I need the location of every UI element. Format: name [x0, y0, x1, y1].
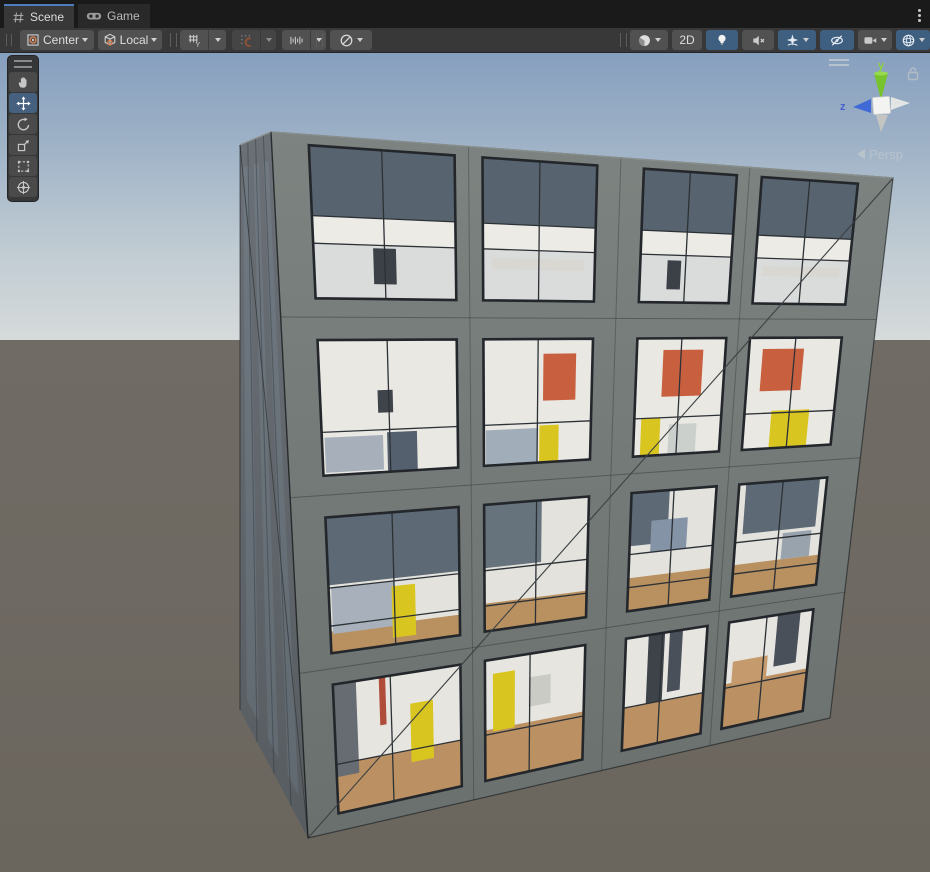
scene-viewport[interactable]: y z Persp: [0, 53, 930, 872]
tool-rect-button[interactable]: [9, 156, 37, 176]
tool-transform-button[interactable]: [9, 177, 37, 197]
unity-editor-window: Scene Game Center: [0, 0, 930, 872]
projection-label: Persp: [869, 147, 903, 162]
svg-text:Y: Y: [195, 42, 200, 48]
effects-dropdown-button[interactable]: [778, 30, 816, 50]
lock-icon[interactable]: [909, 68, 918, 80]
light-bulb-icon: [715, 33, 729, 47]
chevron-down-icon: [151, 38, 157, 42]
tool-rotate-button[interactable]: [9, 114, 37, 134]
ruler-icon: [289, 34, 304, 47]
speaker-muted-icon: [751, 33, 766, 48]
tab-game[interactable]: Game: [78, 4, 150, 28]
chevron-down-icon: [881, 38, 887, 42]
move-arrows-icon: [16, 96, 31, 111]
tools-overlay-panel: [7, 55, 39, 202]
pivot-mode-label: Center: [43, 33, 79, 47]
snap-increment-dropdown[interactable]: [260, 30, 276, 50]
tool-move-button[interactable]: [9, 93, 37, 113]
audio-toggle-button[interactable]: [742, 30, 774, 50]
orientation-gizmo[interactable]: y z Persp: [820, 53, 930, 168]
local-cube-icon: [103, 33, 117, 47]
tab-bar-menu-icon[interactable]: [912, 6, 926, 24]
tool-scale-button[interactable]: [9, 135, 37, 155]
chevron-down-icon: [357, 38, 363, 42]
camera-settings-dropdown[interactable]: [858, 30, 892, 50]
tab-scene-label: Scene: [30, 10, 64, 24]
tab-game-label: Game: [107, 9, 140, 23]
grid-visibility-dropdown[interactable]: [208, 30, 226, 50]
transform-combined-icon: [16, 180, 31, 195]
grid-size-button[interactable]: [282, 30, 310, 50]
lighting-toggle-button[interactable]: [706, 30, 738, 50]
chevron-down-icon: [803, 38, 809, 42]
2d-toggle-button[interactable]: 2D: [672, 30, 702, 50]
tab-bar: Scene Game: [0, 0, 930, 28]
shaded-sphere-icon: [637, 33, 652, 48]
gizmo-x-axis-cone[interactable]: [891, 97, 910, 110]
gamepad-icon: [86, 10, 102, 22]
toolbar-separator: [620, 33, 627, 47]
gizmo-y-axis-cone-cap: [874, 72, 888, 76]
scene-toolbar: Center Local Y: [0, 28, 930, 53]
building-mesh-canvas[interactable]: [0, 53, 930, 872]
gizmos-dropdown-button[interactable]: [896, 30, 930, 50]
overlay-drag-handle-icon[interactable]: [14, 60, 32, 68]
chevron-down-icon: [919, 38, 925, 42]
chevron-down-icon: [266, 38, 272, 42]
gizmo-z-axis-cone[interactable]: [853, 99, 871, 113]
toolbar-separator: [170, 33, 177, 47]
pivot-mode-dropdown[interactable]: Center: [20, 30, 94, 50]
grid-axis-icon: Y: [187, 33, 202, 48]
effects-sparkle-icon: [785, 33, 800, 48]
gizmos-globe-icon: [901, 33, 916, 48]
snap-magnet-icon: [239, 33, 254, 48]
tool-pan-button[interactable]: [9, 72, 37, 92]
scale-icon: [16, 138, 31, 153]
tab-scene[interactable]: Scene: [4, 4, 74, 28]
scene-visibility-toggle[interactable]: [820, 30, 854, 50]
orientation-label: Local: [120, 33, 149, 47]
chevron-down-icon: [215, 38, 221, 42]
eye-slash-icon: [829, 33, 845, 48]
orientation-dropdown[interactable]: Local: [98, 30, 162, 50]
custom-tools-dropdown[interactable]: [330, 30, 372, 50]
chevron-down-icon: [655, 38, 661, 42]
projection-toggle[interactable]: Persp: [857, 147, 903, 162]
gizmo-y-axis-cone[interactable]: [874, 73, 888, 100]
hand-pan-icon: [16, 75, 31, 90]
gizmo-neg-y-axis-cone[interactable]: [876, 115, 888, 132]
circle-slash-icon: [339, 33, 354, 48]
rotate-icon: [16, 117, 31, 132]
toolbar-drag-handle[interactable]: [6, 34, 12, 46]
gizmo-z-axis-label[interactable]: z: [840, 101, 846, 113]
gizmo-center-cube[interactable]: [872, 96, 890, 114]
grid-visibility-button[interactable]: Y: [180, 30, 208, 50]
2d-label: 2D: [679, 33, 694, 47]
scene-grid-icon: [12, 11, 25, 24]
camera-icon: [863, 34, 878, 47]
chevron-down-icon: [82, 38, 88, 42]
pivot-center-icon: [26, 33, 40, 47]
gizmo-y-axis-label[interactable]: y: [878, 60, 885, 72]
snap-increment-button[interactable]: [232, 30, 260, 50]
rect-tool-icon: [16, 159, 31, 174]
overlay-drag-handle-icon[interactable]: [829, 60, 849, 65]
toolbar-separator: [316, 33, 323, 47]
draw-mode-dropdown[interactable]: [630, 30, 668, 50]
